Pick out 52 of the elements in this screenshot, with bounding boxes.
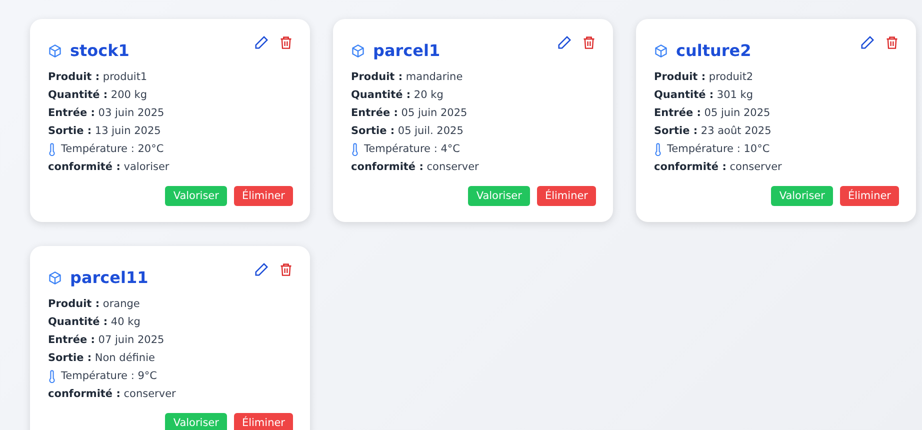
field-text: Entrée : 03 juin 2025: [48, 106, 166, 121]
pencil-icon[interactable]: [254, 262, 269, 277]
delete-button[interactable]: Éliminer: [536, 186, 596, 206]
delete-button[interactable]: Éliminer: [234, 186, 293, 206]
valorize-button[interactable]: Valoriser: [468, 186, 530, 206]
thermometer-icon: [351, 142, 359, 156]
valorize-button[interactable]: Valoriser: [165, 413, 227, 430]
trash-icon[interactable]: [885, 35, 899, 50]
temperature-text: Température : 4°C: [364, 142, 460, 157]
field-text: conformité : valoriser: [48, 160, 170, 175]
card-title: stock1: [70, 41, 130, 60]
delete-button[interactable]: Éliminer: [234, 413, 293, 430]
pencil-icon[interactable]: [254, 35, 269, 50]
pencil-icon[interactable]: [557, 35, 572, 50]
temperature-text: Température : 9°C: [61, 369, 157, 384]
temperature-text: Température : 20°C: [61, 142, 164, 157]
field-text: Produit : mandarine: [351, 70, 464, 85]
trash-icon[interactable]: [279, 262, 293, 277]
field-text: Produit : orange: [48, 297, 141, 312]
field-text: Sortie : 05 juil. 2025: [351, 124, 464, 139]
field-text: Entrée : 05 juin 2025: [351, 106, 468, 121]
package-icon: [654, 44, 668, 58]
thermometer-icon: [48, 370, 56, 382]
field-text: Produit : produit2: [654, 70, 754, 85]
field-text: Quantité : 301 kg: [654, 88, 754, 103]
package-icon: [48, 44, 62, 58]
field-text: conformité : conserver: [654, 160, 783, 175]
trash-icon[interactable]: [279, 35, 293, 50]
field-text: Quantité : 20 kg: [351, 88, 444, 103]
card-title: culture2: [676, 41, 752, 60]
card-title: parcel1: [373, 41, 440, 60]
field-text: Entrée : 07 juin 2025: [48, 333, 166, 348]
thermometer-icon: [48, 142, 56, 156]
card-title: parcel11: [70, 268, 148, 287]
field-text: conformité : conserver: [351, 160, 480, 175]
package-icon: [351, 44, 365, 58]
temperature-text: Température : 10°C: [667, 142, 770, 157]
field-text: Sortie : Non définie: [48, 351, 156, 366]
pencil-icon[interactable]: [860, 35, 875, 50]
delete-button[interactable]: Éliminer: [840, 186, 899, 206]
thermometer-icon: [654, 142, 662, 156]
field-text: Produit : produit1: [48, 70, 148, 85]
trash-icon[interactable]: [582, 35, 596, 50]
valorize-button[interactable]: Valoriser: [165, 186, 227, 206]
valorize-button[interactable]: Valoriser: [771, 186, 833, 206]
field-text: Entrée : 05 juin 2025: [654, 106, 772, 121]
field-text: conformité : conserver: [48, 387, 177, 402]
field-text: Quantité : 40 kg: [48, 315, 142, 330]
field-text: Sortie : 23 août 2025: [654, 124, 772, 139]
package-icon: [48, 270, 62, 284]
field-text: Sortie : 13 juin 2025: [48, 124, 162, 139]
field-text: Quantité : 200 kg: [48, 88, 148, 103]
